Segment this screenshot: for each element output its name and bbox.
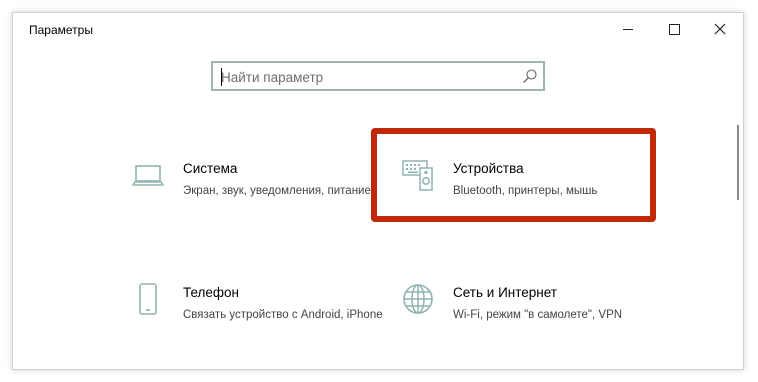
close-icon: [714, 23, 726, 35]
tile-network[interactable]: Сеть и Интернет Wi-Fi, режим "в самолете…: [401, 283, 661, 363]
globe-icon: [403, 284, 433, 314]
close-button[interactable]: [697, 13, 743, 45]
search-icon[interactable]: [522, 68, 538, 84]
tile-title: Устройства: [453, 161, 524, 176]
settings-window: Параметры Система Экран, звук, уведомлен…: [12, 12, 744, 370]
tile-description: Экран, звук, уведомления, питание: [183, 185, 371, 197]
maximize-button[interactable]: [651, 13, 697, 45]
tile-title: Система: [183, 161, 238, 176]
minimize-icon: [623, 28, 633, 30]
minimize-button[interactable]: [605, 13, 651, 45]
tile-description: Связать устройство с Android, iPhone: [183, 309, 383, 321]
tile-title: Телефон: [183, 285, 240, 300]
tile-title: Сеть и Интернет: [453, 285, 557, 300]
title-bar[interactable]: Параметры: [13, 13, 743, 45]
maximize-icon: [668, 23, 680, 35]
tile-system[interactable]: Система Экран, звук, уведомления, питани…: [131, 159, 391, 239]
text-caret: [221, 68, 222, 86]
tile-phone[interactable]: Телефон Связать устройство с Android, iP…: [131, 283, 391, 363]
tile-description: Wi-Fi, режим "в самолете", VPN: [453, 309, 623, 321]
scrollbar[interactable]: [737, 125, 739, 200]
search-input[interactable]: [221, 67, 511, 87]
laptop-icon: [132, 165, 164, 186]
window-title: Параметры: [29, 23, 93, 37]
tile-devices[interactable]: Устройства Bluetooth, принтеры, мышь: [401, 159, 661, 239]
search-box[interactable]: [211, 61, 545, 91]
phone-icon: [139, 283, 157, 315]
devices-icon: [402, 160, 433, 191]
tile-description: Bluetooth, принтеры, мышь: [453, 185, 598, 197]
